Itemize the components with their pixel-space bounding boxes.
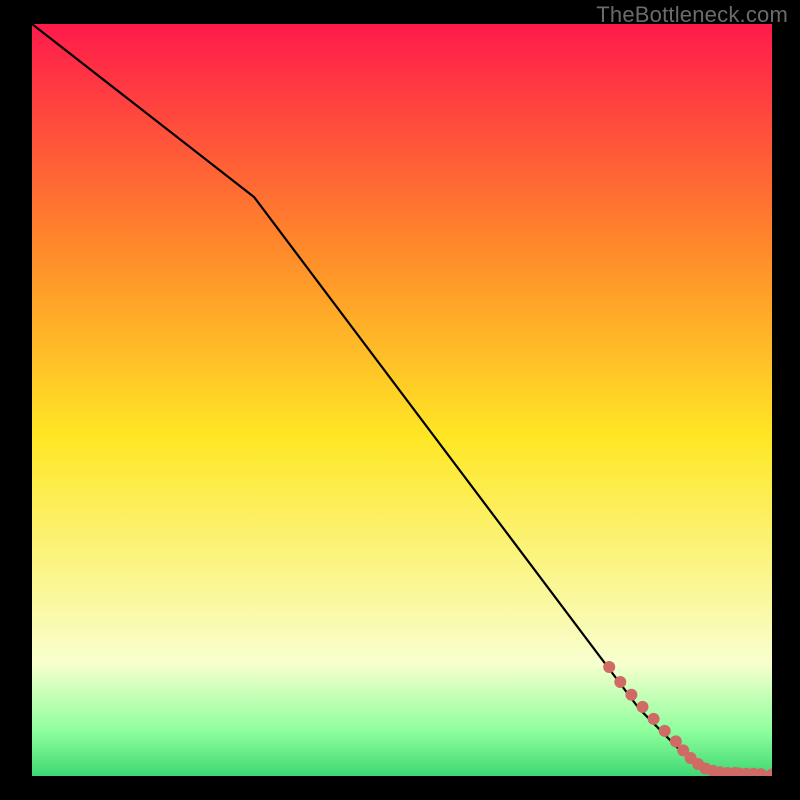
marker-dot bbox=[625, 689, 637, 701]
marker-dot bbox=[614, 676, 626, 688]
marker-dot bbox=[637, 701, 649, 713]
marker-dot bbox=[659, 725, 671, 737]
chart-svg bbox=[32, 24, 772, 776]
marker-dot bbox=[648, 713, 660, 725]
chart-frame: TheBottleneck.com bbox=[0, 0, 800, 800]
plot-area bbox=[32, 24, 772, 776]
gradient-background bbox=[32, 24, 772, 776]
marker-dot bbox=[603, 661, 615, 673]
